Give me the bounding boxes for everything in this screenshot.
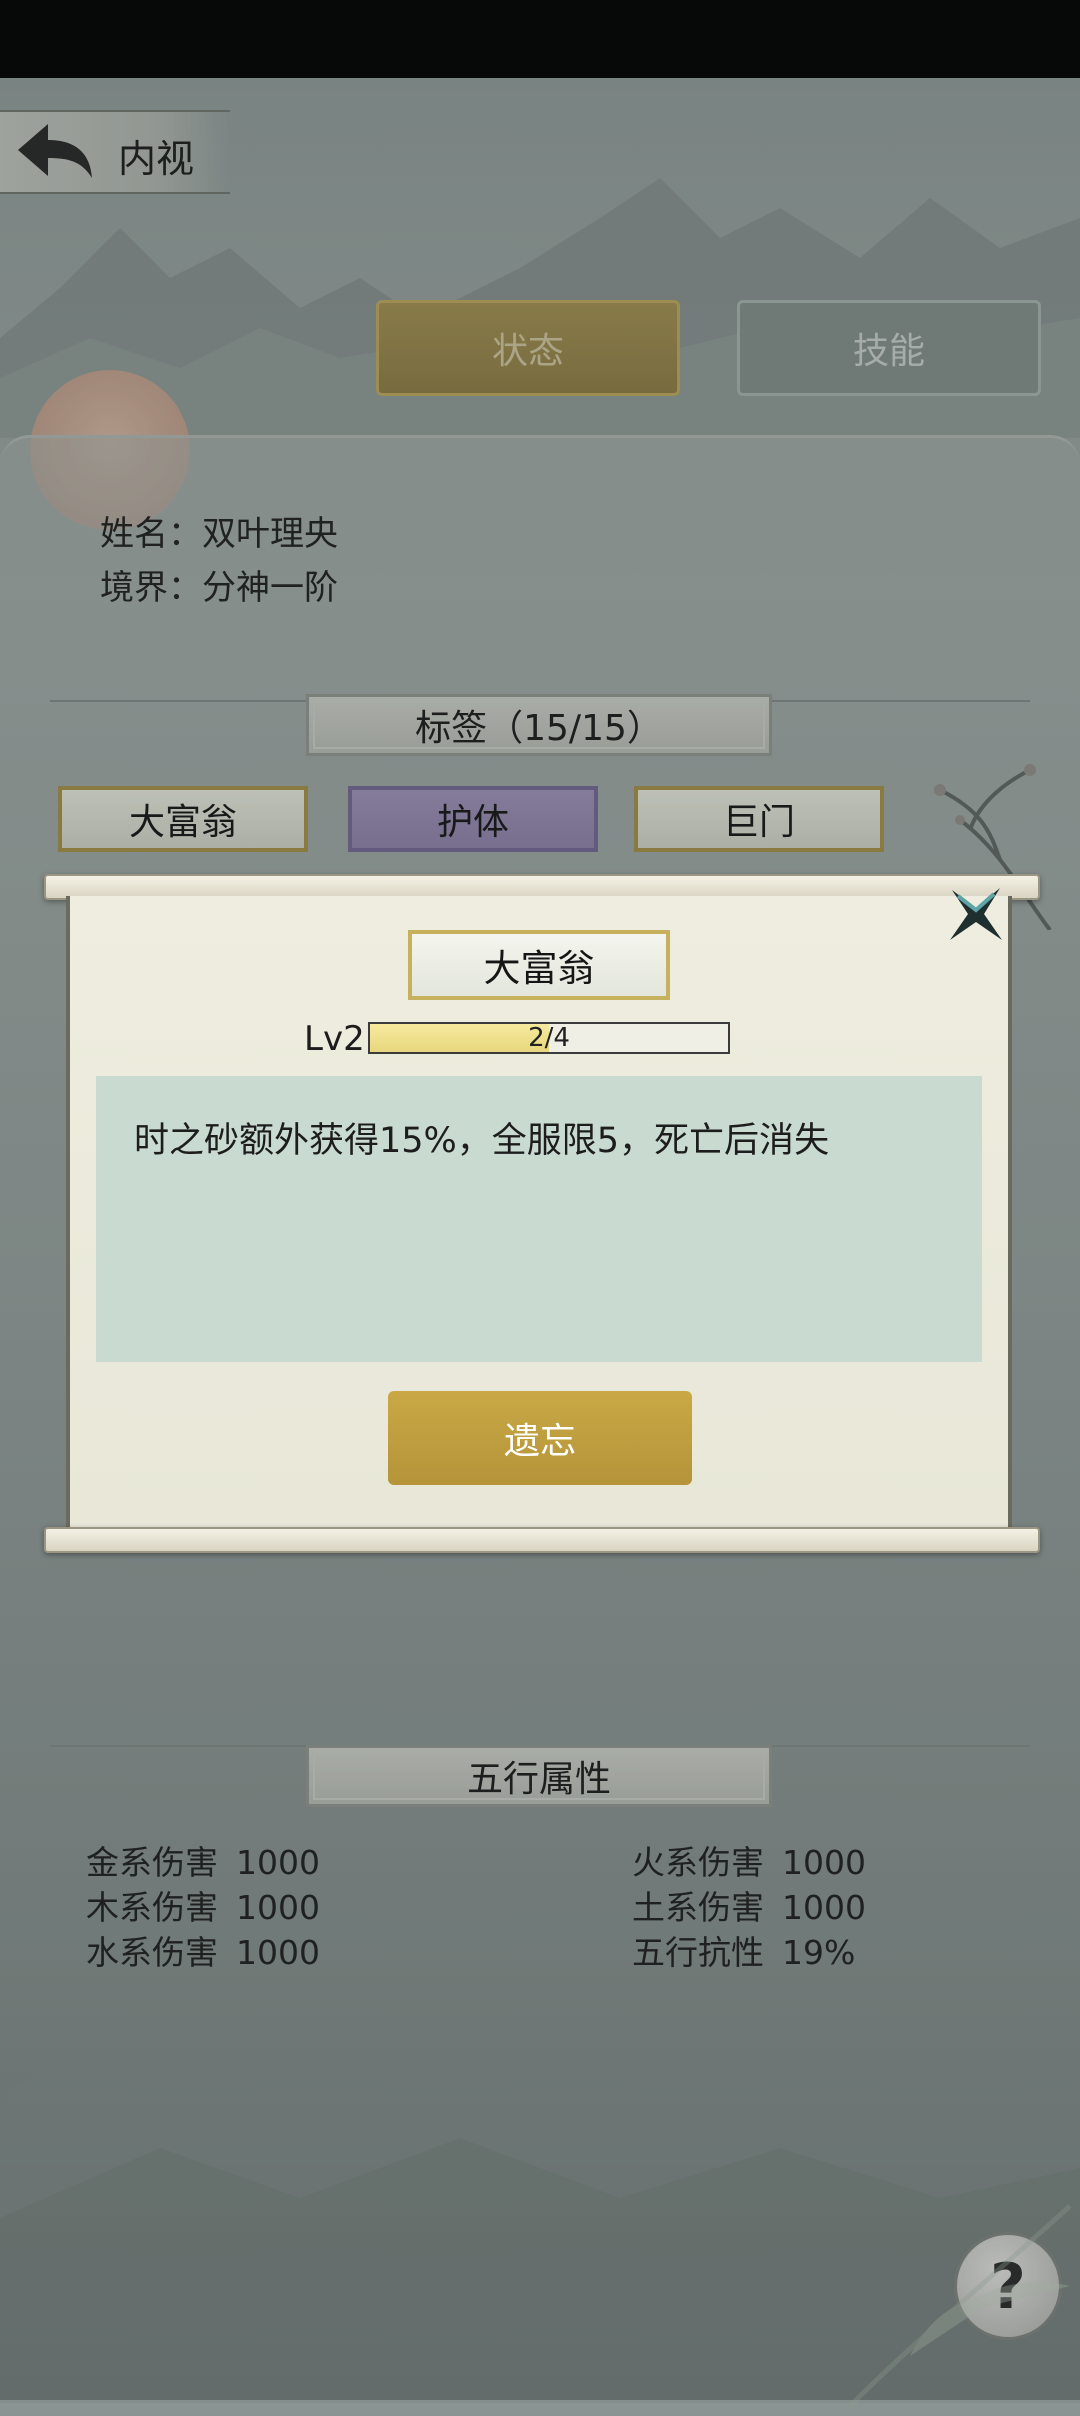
scroll-roller-bottom — [44, 1527, 1040, 1553]
forget-button[interactable]: 遗忘 — [388, 1391, 692, 1485]
tag-description: 时之砂额外获得15%，全服限5，死亡后消失 — [96, 1076, 982, 1362]
modal-tag-name: 大富翁 — [408, 930, 670, 1000]
level-progress-text: 2/4 — [528, 1023, 570, 1053]
close-icon[interactable] — [944, 882, 1008, 946]
tag-level: Lv2 — [304, 1019, 365, 1059]
level-progress-bar: 2/4 — [368, 1022, 730, 1054]
bamboo-decoration — [848, 2204, 1072, 2408]
